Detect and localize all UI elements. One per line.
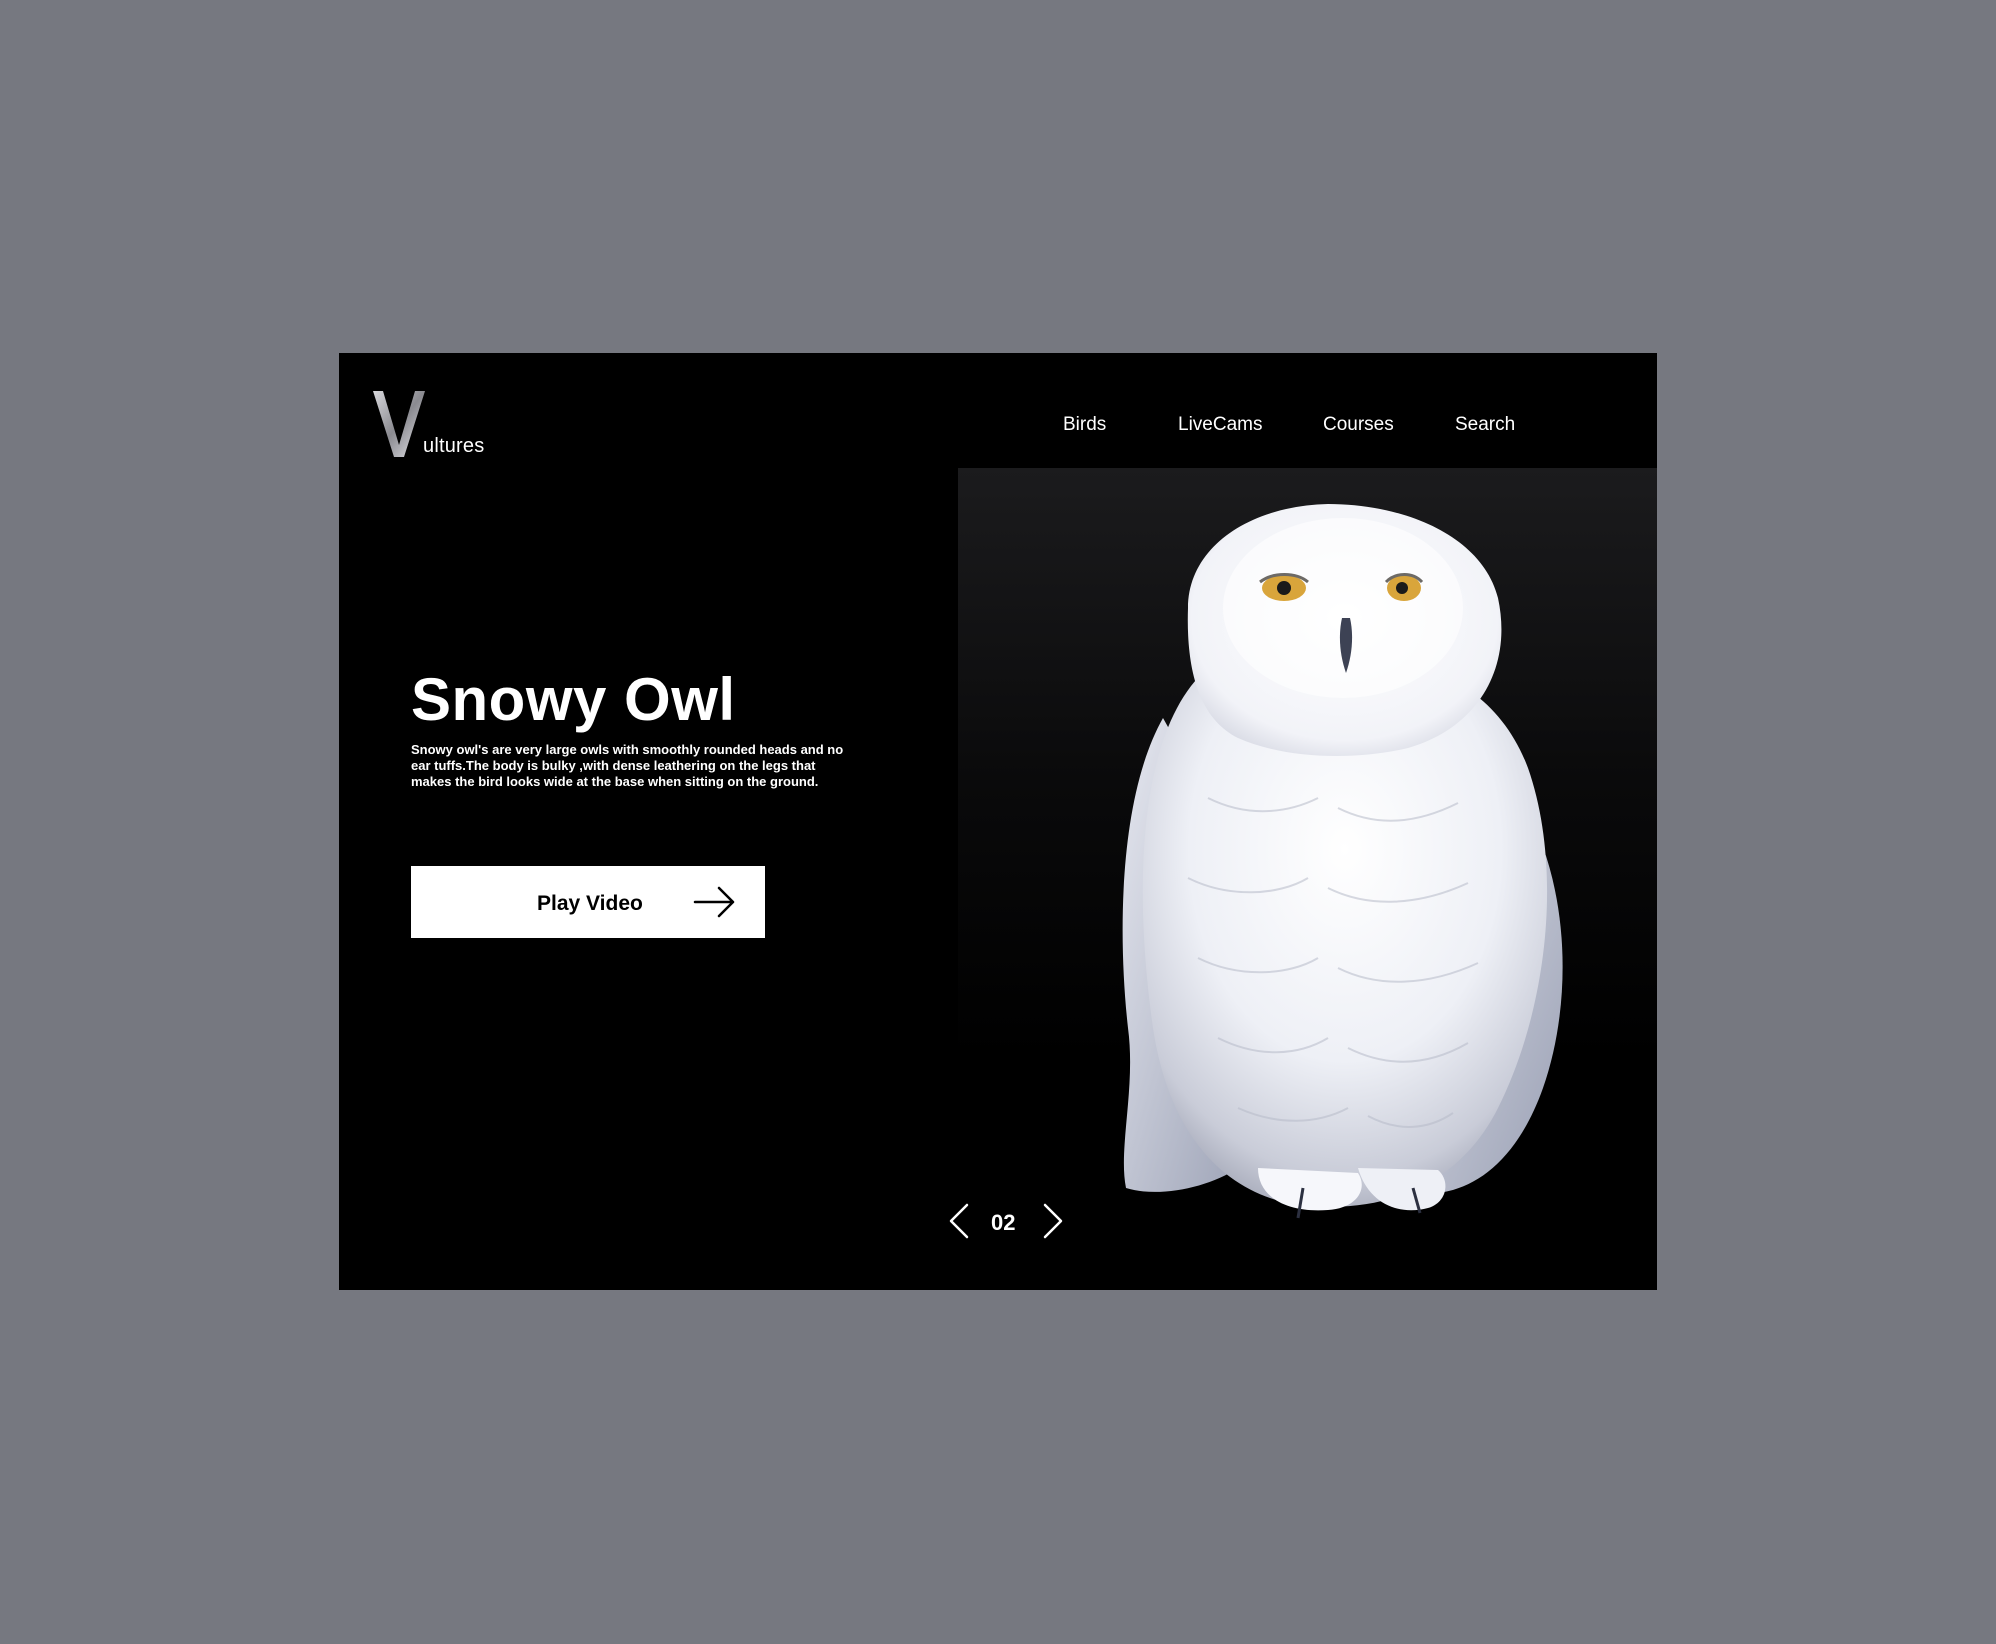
chevron-right-icon[interactable]: [1039, 1201, 1067, 1241]
slide-pager: 02: [945, 1201, 1075, 1241]
nav-item-birds[interactable]: Birds: [1063, 414, 1106, 436]
nav-item-courses[interactable]: Courses: [1323, 414, 1394, 436]
nav-item-livecams[interactable]: LiveCams: [1178, 414, 1262, 436]
play-video-button[interactable]: Play Video: [411, 866, 765, 938]
owl-photo: [958, 468, 1657, 1290]
page-title: Snowy Owl: [411, 666, 736, 734]
play-video-label: Play Video: [537, 892, 643, 915]
snowy-owl-image: [1122, 504, 1563, 1219]
main-nav: Birds LiveCams Courses Search: [339, 414, 1657, 444]
chevron-left-icon[interactable]: [945, 1201, 973, 1241]
hero-description: Snowy owl's are very large owls with smo…: [411, 742, 844, 789]
arrow-right-icon: [693, 886, 735, 918]
slide-number: 02: [991, 1210, 1016, 1235]
hero-card: ultures Birds LiveCams Courses Search Sn…: [339, 353, 1657, 1290]
nav-item-search[interactable]: Search: [1455, 414, 1515, 436]
